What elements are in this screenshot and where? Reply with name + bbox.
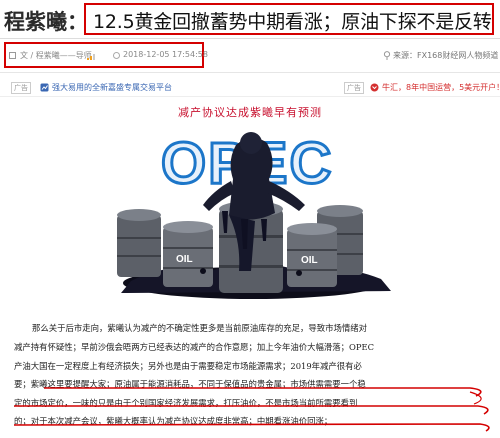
- ad-tag-left: 广告: [11, 82, 31, 94]
- publish-date: 2018-12-05 17:54:58: [123, 50, 208, 59]
- ad-tag-right: 广告: [344, 82, 364, 94]
- article-line-3: 产油大国在一定程度上有经济损失；另外也是由于需要稳定市场能源需求；2019年减产…: [14, 361, 362, 371]
- barrel-label-left: OIL: [176, 254, 193, 265]
- article-line-6: 的；对于本次减产会议，紫曦大概率认为减产协议达成度非常高；中期看涨油价回涨；: [14, 416, 333, 426]
- location-pin-icon: [383, 51, 391, 60]
- article-line-1: 那么关于后市走向，紫曦认为减产的不确定性更多是当前原油库存的充足，导致市场情绪对: [32, 323, 367, 333]
- headline: 12.5黄金回撤蓄势中期看涨；原油下探不是反转: [93, 11, 492, 33]
- signal-bars-icon: [87, 54, 95, 60]
- bull-logo-icon: [370, 83, 379, 92]
- opec-oil-illustration: OPEC OIL OIL: [91, 121, 409, 303]
- title-divider: [0, 38, 500, 39]
- barrel-label-right: OIL: [301, 255, 318, 266]
- trading-platform-icon: [40, 83, 49, 92]
- ad-divider: [0, 96, 500, 97]
- article-line-2: 减产持有怀疑性；早前沙俄会晤两方已经表达的减产的合作意愿；加上今年油价大幅滑落；…: [14, 342, 375, 352]
- meta-divider: [0, 72, 500, 73]
- article-source: 来源：FX168财经网人物频道: [393, 51, 499, 60]
- clock-icon: [113, 52, 120, 59]
- author-name: 程紫曦：: [4, 10, 88, 34]
- ad-link-right[interactable]: 牛汇，8年中国运营，5美元开户！: [382, 82, 500, 93]
- image-caption: 减产协议达成紫曦早有预测: [178, 106, 322, 119]
- meta-author[interactable]: 文 / 程紫曦——导师: [20, 50, 92, 61]
- edit-icon: [9, 52, 16, 59]
- ad-link-left[interactable]: 强大易用的全新嘉盛专属交易平台: [52, 82, 172, 93]
- article-line-4: 要；紫曦这里要提醒大家；原油属于能源消耗品，不同于保值品的贵金属；市场供需需要一…: [14, 379, 366, 389]
- article-line-5: 定的市场定价，一味的只是由于个别国家经济发展需求，打压油价，不是市场当前所需要看…: [14, 398, 358, 408]
